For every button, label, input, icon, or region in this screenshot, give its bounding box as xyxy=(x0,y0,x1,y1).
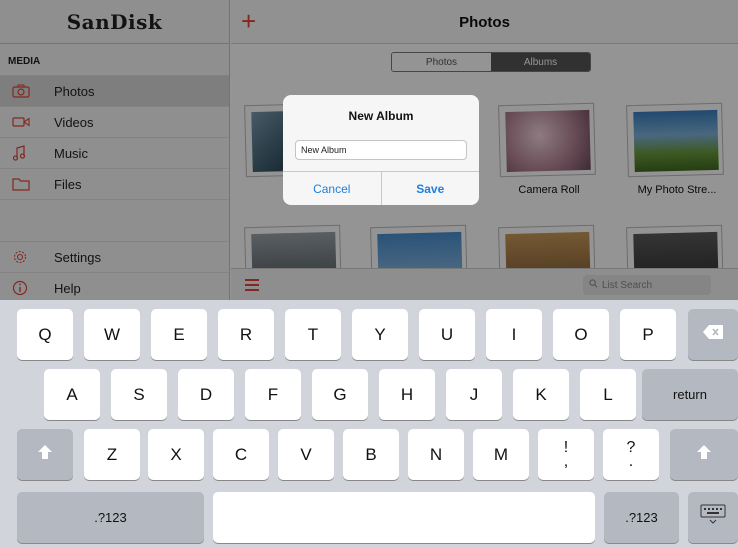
key-p[interactable]: P xyxy=(620,309,676,360)
key-k[interactable]: K xyxy=(513,369,569,420)
key-y[interactable]: Y xyxy=(352,309,408,360)
app-window: SanDisk MEDIA Photos Videos Music Files xyxy=(0,0,738,300)
key-q[interactable]: Q xyxy=(17,309,73,360)
key-e[interactable]: E xyxy=(151,309,207,360)
key-n[interactable]: N xyxy=(408,429,464,480)
key-z[interactable]: Z xyxy=(84,429,140,480)
new-album-dialog: New Album New Album Cancel Save xyxy=(283,95,479,205)
key-bottom-char: . xyxy=(628,452,634,470)
hide-keyboard-key[interactable] xyxy=(688,492,738,543)
key-r[interactable]: R xyxy=(218,309,274,360)
key-question-period[interactable]: ?. xyxy=(603,429,659,480)
key-g[interactable]: G xyxy=(312,369,368,420)
key-f[interactable]: F xyxy=(245,369,301,420)
backspace-key[interactable] xyxy=(688,309,738,360)
numbers-key-right[interactable]: .?123 xyxy=(604,492,679,543)
key-exclamation-comma[interactable]: !, xyxy=(538,429,594,480)
key-t[interactable]: T xyxy=(285,309,341,360)
key-o[interactable]: O xyxy=(553,309,609,360)
keyboard-icon xyxy=(700,504,726,531)
return-key[interactable]: return xyxy=(642,369,738,420)
key-b[interactable]: B xyxy=(343,429,399,480)
backspace-icon xyxy=(702,324,724,345)
key-j[interactable]: J xyxy=(446,369,502,420)
key-c[interactable]: C xyxy=(213,429,269,480)
cancel-button[interactable]: Cancel xyxy=(283,172,381,205)
key-bottom-char: , xyxy=(563,452,569,470)
shift-icon xyxy=(696,444,712,465)
shift-key-right[interactable] xyxy=(670,429,738,480)
album-name-input[interactable]: New Album xyxy=(295,140,467,160)
key-a[interactable]: A xyxy=(44,369,100,420)
key-m[interactable]: M xyxy=(473,429,529,480)
shift-icon xyxy=(37,444,53,465)
key-s[interactable]: S xyxy=(111,369,167,420)
numbers-key-left[interactable]: .?123 xyxy=(17,492,204,543)
key-x[interactable]: X xyxy=(148,429,204,480)
space-bar[interactable] xyxy=(213,492,595,543)
dialog-buttons: Cancel Save xyxy=(283,171,479,205)
key-u[interactable]: U xyxy=(419,309,475,360)
shift-key-left[interactable] xyxy=(17,429,73,480)
key-w[interactable]: W xyxy=(84,309,140,360)
key-l[interactable]: L xyxy=(580,369,636,420)
key-v[interactable]: V xyxy=(278,429,334,480)
on-screen-keyboard: Q W E R T Y U I O P A S D F G H J K L re… xyxy=(0,300,738,548)
save-button[interactable]: Save xyxy=(380,172,480,205)
key-d[interactable]: D xyxy=(178,369,234,420)
dialog-title: New Album xyxy=(348,109,414,123)
key-h[interactable]: H xyxy=(379,369,435,420)
key-i[interactable]: I xyxy=(486,309,542,360)
